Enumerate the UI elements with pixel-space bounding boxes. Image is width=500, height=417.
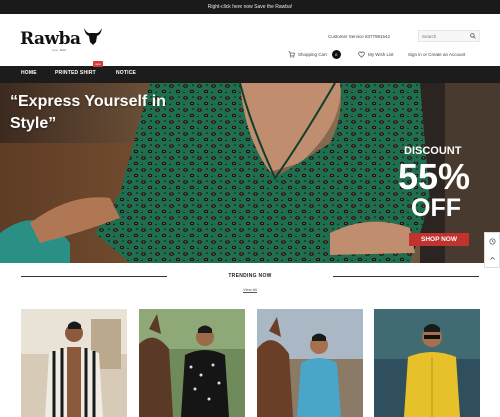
customer-service: Customer Service 8377981542 bbox=[328, 34, 391, 39]
history-icon[interactable] bbox=[489, 238, 496, 245]
cart-count-badge: 0 bbox=[331, 50, 341, 59]
shopping-cart-link[interactable]: Shopping Cart 0 bbox=[288, 50, 341, 59]
product-card[interactable] bbox=[257, 309, 363, 417]
side-widget[interactable] bbox=[484, 232, 500, 268]
bull-logo-icon bbox=[83, 28, 102, 45]
scroll-top-icon[interactable] bbox=[489, 255, 496, 262]
nav-new-badge: new bbox=[93, 61, 103, 67]
product-card[interactable] bbox=[139, 309, 245, 417]
nav-item-home[interactable]: HOME bbox=[21, 70, 37, 76]
product-image bbox=[139, 309, 245, 417]
product-image bbox=[21, 309, 127, 417]
wishlist-label: My Wish List bbox=[368, 52, 394, 57]
discount-value: 55% bbox=[398, 156, 471, 197]
logo-tagline: Live . Bold bbox=[52, 48, 67, 52]
product-image bbox=[257, 309, 363, 417]
announcement-text: Right-click here now Save the Rawba! bbox=[207, 4, 293, 10]
logo[interactable]: Rawba Live . Bold bbox=[20, 24, 104, 54]
product-card[interactable] bbox=[374, 309, 480, 417]
discount-off: OFF bbox=[411, 194, 461, 222]
hero-title: “Express Yourself in Style” bbox=[10, 93, 166, 132]
cart-icon bbox=[288, 51, 295, 58]
nav-item-notice[interactable]: NOTICE bbox=[116, 70, 136, 76]
shop-now-button[interactable]: SHOP NOW bbox=[409, 233, 469, 246]
product-card[interactable] bbox=[21, 309, 127, 417]
product-image bbox=[374, 309, 480, 417]
heart-icon bbox=[358, 51, 365, 58]
site-header: Rawba Live . Bold Customer Service 83779… bbox=[0, 14, 500, 66]
wishlist-link[interactable]: My Wish List bbox=[358, 51, 394, 58]
account-link[interactable]: Sign in or Create an Account bbox=[408, 52, 465, 57]
search-box[interactable] bbox=[418, 30, 480, 42]
trending-section: TRENDING NOW View All bbox=[0, 270, 500, 296]
view-all-link[interactable]: View All bbox=[0, 287, 500, 292]
main-nav: HOME PRINTED SHIRT NOTICE bbox=[0, 66, 500, 83]
search-icon[interactable] bbox=[470, 33, 476, 39]
logo-text: Rawba bbox=[20, 29, 81, 49]
cart-label: Shopping Cart bbox=[298, 52, 327, 57]
search-input[interactable] bbox=[422, 33, 470, 39]
nav-item-printed-shirt[interactable]: PRINTED SHIRT bbox=[55, 70, 96, 76]
hero-banner[interactable]: “Express Yourself in Style” DISCOUNT 55%… bbox=[0, 83, 500, 263]
announcement-bar: Right-click here now Save the Rawba! bbox=[0, 0, 500, 14]
trending-divider-right bbox=[333, 276, 479, 277]
